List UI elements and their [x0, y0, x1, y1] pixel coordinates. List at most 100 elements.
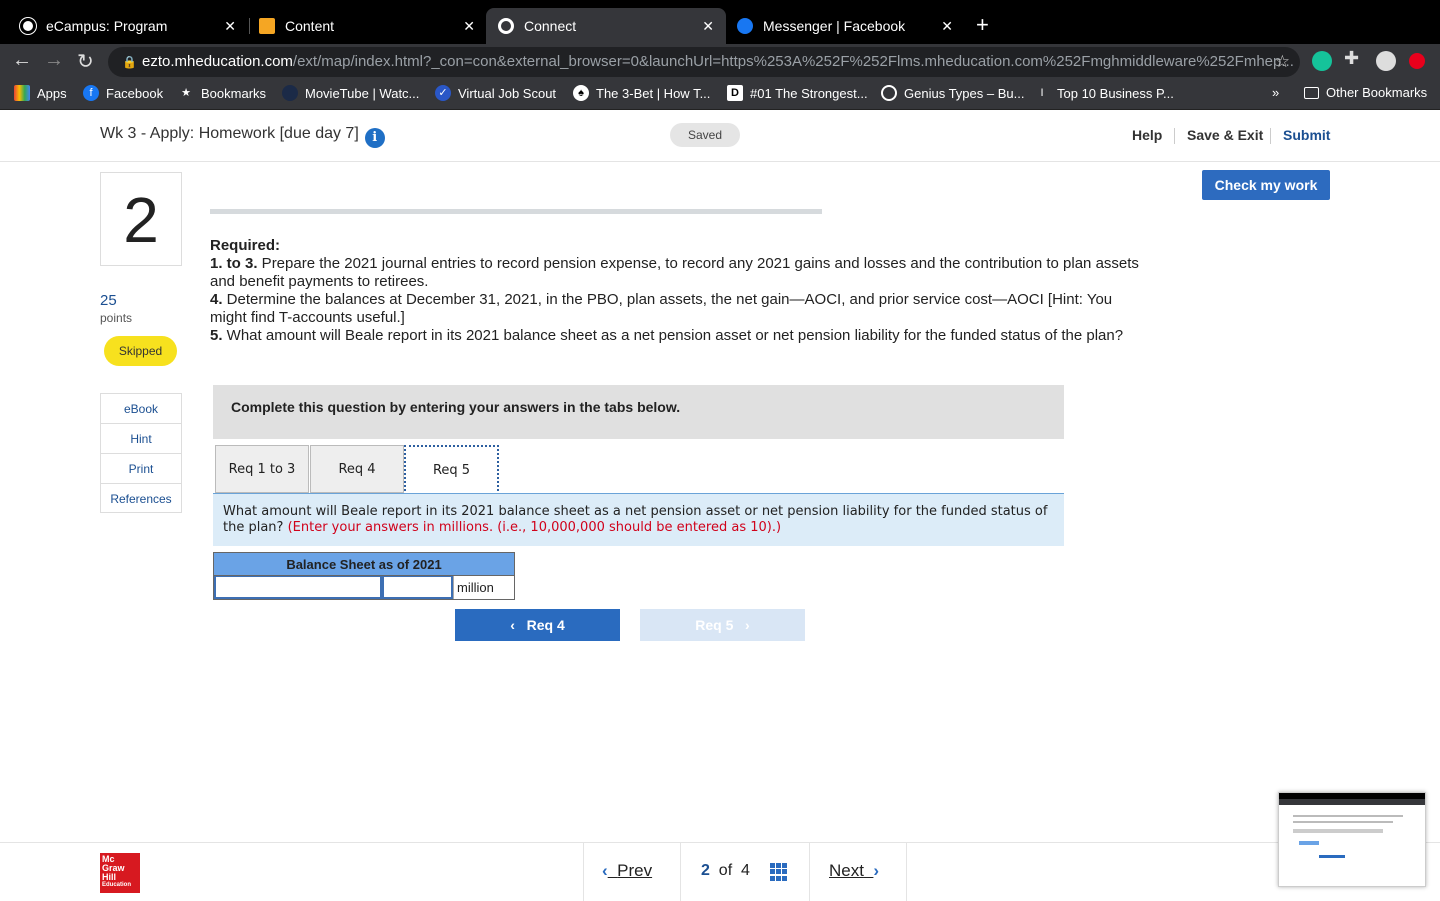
ebook-link[interactable]: eBook: [101, 394, 181, 424]
account-name-input[interactable]: [214, 576, 382, 599]
url-host: ezto.mheducation.com: [142, 53, 293, 70]
instructions-box: Complete this question by entering your …: [213, 385, 1064, 439]
prompt-note: (Enter your answers in millions. (i.e., …: [287, 520, 782, 535]
thumb-line: [1319, 855, 1345, 858]
bookmarks-bar: Apps f Facebook ★ Bookmarks MovieTube | Wa…: [0, 78, 1440, 110]
current-page: 2: [701, 862, 710, 879]
grammarly-icon[interactable]: [1312, 51, 1332, 71]
facebook-icon: [737, 18, 753, 34]
globe-icon: [881, 85, 897, 101]
submit-link[interactable]: Submit: [1283, 127, 1330, 143]
bookmark-label: #01 The Strongest...: [750, 85, 868, 101]
bookmark-bookmarks[interactable]: ★ Bookmarks: [178, 85, 266, 101]
bookmark-strongest[interactable]: D #01 The Strongest...: [727, 85, 868, 101]
bookmark-label: The 3-Bet | How T...: [596, 85, 711, 101]
points-value: 25: [100, 292, 117, 309]
more-bookmarks-icon[interactable]: »: [1272, 85, 1279, 100]
tab-req-4[interactable]: Req 4: [310, 445, 404, 493]
page-indicator: 2 of 4: [701, 862, 750, 880]
browser-tab-bar: eCampus: Program ✕ Content ✕ Connect ✕ M…: [0, 0, 1440, 44]
grid-view-icon[interactable]: [770, 863, 788, 881]
divider: [1174, 128, 1175, 144]
bookmark-3bet[interactable]: ♠ The 3-Bet | How T...: [573, 85, 710, 101]
bookmark-virtual-job-scout[interactable]: ✓ Virtual Job Scout: [435, 85, 556, 101]
new-tab-plus-icon[interactable]: +: [976, 12, 989, 38]
balance-sheet-header: Balance Sheet as of 2021: [214, 553, 514, 576]
of-label: of: [718, 862, 733, 879]
resource-links: eBook Hint Print References: [100, 393, 182, 513]
globe-icon: [20, 18, 36, 34]
amount-input[interactable]: [382, 576, 453, 599]
other-bookmarks[interactable]: Other Bookmarks: [1304, 85, 1427, 100]
tab-req-1-to-3[interactable]: Req 1 to 3: [215, 445, 309, 493]
prev-question-link[interactable]: ‹ Prev: [602, 861, 652, 881]
question-number: 2: [100, 172, 182, 266]
required-item-num: 4.: [210, 291, 223, 308]
total-pages: 4: [741, 862, 750, 879]
url-path: /ext/map/index.html?_con=con&external_br…: [292, 53, 1294, 70]
close-icon[interactable]: ✕: [941, 18, 953, 35]
tab-req-5[interactable]: Req 5: [404, 445, 499, 495]
references-link[interactable]: References: [101, 484, 181, 512]
page-thumbnail[interactable]: [1278, 792, 1426, 887]
question-pager: ‹ Prev 2 of 4 Next ›: [583, 843, 907, 901]
required-item-text: Prepare the 2021 journal entries to reco…: [210, 255, 1139, 290]
save-exit-link[interactable]: Save & Exit: [1187, 127, 1263, 143]
bookmark-movietube[interactable]: MovieTube | Watc...: [282, 85, 419, 101]
forward-arrow-icon[interactable]: →: [44, 49, 64, 72]
balance-sheet-table: Balance Sheet as of 2021 million: [213, 552, 515, 600]
browser-tab-ecampus[interactable]: eCampus: Program ✕: [8, 8, 248, 44]
thumb-line: [1293, 821, 1393, 823]
prev-req-button[interactable]: ‹ Req 4: [455, 609, 620, 641]
bookmark-star-icon[interactable]: ☆: [1275, 47, 1290, 77]
bookmark-label: Other Bookmarks: [1326, 85, 1428, 100]
required-item-num: 1. to 3.: [210, 255, 258, 272]
skipped-status-badge: Skipped: [104, 336, 177, 366]
extensions-puzzle-icon[interactable]: ✚: [1344, 48, 1359, 69]
d-logo-icon: D: [727, 85, 743, 101]
movietube-icon: [282, 85, 298, 101]
tab-title: Connect: [524, 18, 577, 34]
thumb-bar: [1279, 799, 1425, 805]
chevron-right-icon: ›: [873, 861, 880, 880]
prev-req-label: Req 4: [526, 617, 565, 633]
close-icon[interactable]: ✕: [702, 18, 714, 35]
bookmark-label: Apps: [37, 85, 67, 101]
points-label: points: [100, 311, 133, 325]
star-icon: ★: [181, 87, 191, 99]
mcgraw-hill-logo: Mc Graw Hill Education: [100, 853, 140, 893]
apps-grid-icon: [14, 85, 30, 101]
bookmark-facebook[interactable]: f Facebook: [83, 85, 163, 101]
bookmark-label: MovieTube | Watc...: [305, 85, 420, 101]
close-icon[interactable]: ✕: [224, 18, 236, 35]
profile-avatar-icon[interactable]: [1376, 51, 1396, 71]
address-bar[interactable]: 🔒 ezto.mheducation.com/ext/map/index.htm…: [108, 47, 1300, 77]
next-question-link[interactable]: Next ›: [829, 861, 879, 881]
info-icon[interactable]: i: [364, 128, 385, 148]
check-my-work-button[interactable]: Check my work: [1202, 170, 1330, 200]
folder-icon: [1304, 86, 1319, 99]
print-link[interactable]: Print: [101, 454, 181, 484]
help-link[interactable]: Help: [1132, 127, 1162, 143]
thumb-line: [1299, 841, 1319, 845]
bookmark-top10[interactable]: I Top 10 Business P...: [1034, 85, 1173, 101]
required-section: Required: 1. to 3. Prepare the 2021 jour…: [210, 237, 1150, 345]
next-req-label: Req 5: [695, 617, 734, 633]
next-label: Next: [829, 861, 864, 880]
browser-tab-messenger[interactable]: Messenger | Facebook ✕: [725, 8, 965, 44]
bookmark-apps[interactable]: Apps: [14, 85, 67, 101]
reload-icon[interactable]: ↻: [77, 49, 94, 74]
bookmark-genius-types[interactable]: Genius Types – Bu...: [881, 85, 1024, 101]
saved-status-badge: Saved: [670, 123, 740, 147]
assignment-title: Wk 3 - Apply: Homework [due day 7] i: [100, 125, 385, 148]
close-icon[interactable]: ✕: [463, 18, 475, 35]
update-icon[interactable]: [1409, 53, 1425, 69]
i-logo-icon: I: [1040, 87, 1044, 99]
unit-label: million: [453, 576, 514, 599]
back-arrow-icon[interactable]: ←: [12, 49, 32, 72]
bookmark-label: Bookmarks: [201, 85, 267, 101]
browser-tab-connect[interactable]: Connect ✕: [486, 8, 726, 44]
progress-bar: [210, 209, 822, 214]
browser-tab-content[interactable]: Content ✕: [247, 8, 487, 44]
hint-link[interactable]: Hint: [101, 424, 181, 454]
